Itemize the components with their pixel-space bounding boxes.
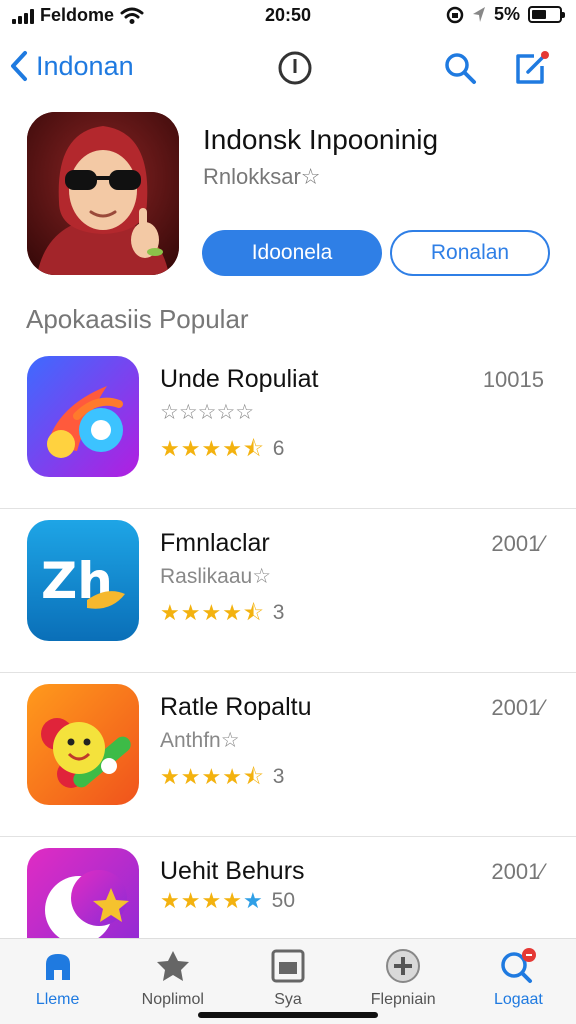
app-name: Fmnlaclar (160, 529, 270, 557)
app-year: 2001⁄ (491, 695, 544, 720)
search-icon (445, 53, 476, 84)
search-icon (501, 948, 537, 983)
compose-icon (516, 51, 549, 84)
star-icon: ★ (160, 436, 180, 461)
app-list: Unde Ropuliat 10015 ☆☆☆☆☆ ★ ★ ★ ★ ⯪ 6 Zh (0, 345, 576, 1001)
star-icon: ★ (201, 888, 222, 913)
back-button[interactable]: Indonan (10, 50, 134, 82)
battery-percent: 5% (493, 4, 520, 24)
star-icon: ★ (180, 764, 201, 789)
info-button[interactable] (277, 50, 313, 91)
rating-count: 50 (271, 889, 296, 912)
star-icon: ★ (201, 436, 222, 461)
star-icon: ★ (160, 600, 180, 625)
app-icon: Zh (27, 520, 139, 641)
app-year: 2001⁄ (491, 859, 544, 884)
section-title: Apokaasiis Popular (26, 304, 249, 334)
list-item[interactable]: Unde Ropuliat 10015 ☆☆☆☆☆ ★ ★ ★ ★ ⯪ 6 (0, 345, 576, 509)
zh-letters-icon: Zh (27, 520, 139, 641)
battery-icon (528, 6, 565, 23)
app-name: Unde Ropuliat (160, 365, 319, 393)
rating-count: 3 (272, 765, 285, 788)
star-icon: ★ (201, 764, 222, 789)
info-icon (278, 51, 312, 85)
battery-fill (532, 10, 547, 19)
window-icon (271, 949, 305, 983)
app-year: 2001⁄ (491, 531, 544, 556)
tab-label: Sya (274, 991, 302, 1008)
nav-bar: Indonan (0, 44, 576, 94)
half-star-icon: ⯪ (242, 436, 264, 461)
app-rating: ★ ★ ★ ★ ⯪ 6 (160, 437, 284, 461)
star-icon: ★ (201, 600, 222, 625)
star-icon (156, 951, 189, 981)
star-icon: ★ (160, 764, 180, 789)
compose-button[interactable] (512, 48, 552, 93)
list-item[interactable]: Ratle Ropaltu 2001⁄ Anthfn☆ ★ ★ ★ ★ ⯪ 3 (0, 673, 576, 837)
app-icon (27, 356, 139, 477)
music-note-icon (27, 356, 139, 477)
star-icon: ★ (222, 764, 242, 789)
status-right: 5% (446, 4, 565, 25)
star-icon: ★ (160, 888, 180, 913)
app-name: Uehit Behurs (160, 857, 305, 885)
app-rating: ★ ★ ★ ★ ⯪ 3 (160, 765, 284, 789)
status-bar: Feldome 20:50 5% (0, 0, 576, 34)
tab-search[interactable]: Logaat (461, 939, 576, 1024)
list-item[interactable]: Zh Fmnlaclar 2001⁄ Raslikaau☆ ★ ★ ★ ★ ⯪ … (0, 509, 576, 673)
back-label: Indonan (36, 50, 134, 81)
star-icon: ★ (222, 888, 242, 913)
tab-bar: Lleme Noplimol Sya Flepniain Logaat (0, 938, 576, 1024)
tab-label: Logaat (493, 991, 543, 1008)
app-subtitle: ☆☆☆☆☆ (160, 401, 255, 424)
search-button[interactable] (442, 50, 478, 91)
star-icon: ★ (180, 436, 201, 461)
rating-count: 3 (272, 601, 285, 624)
app-name: Ratle Ropaltu (160, 693, 312, 721)
chevron-left-icon (11, 51, 27, 81)
tab-label: Flepniain (370, 991, 436, 1008)
star-icon: ★ (180, 888, 201, 913)
half-star-icon: ⯪ (242, 600, 264, 625)
tab-home[interactable]: Lleme (0, 939, 115, 1024)
star-icon: ★ (222, 436, 242, 461)
app-rating: ★ ★ ★ ★ ⯪ 3 (160, 601, 284, 625)
rating-count: 6 (272, 437, 285, 460)
orientation-lock-icon (446, 6, 464, 23)
secondary-action-button[interactable]: Ronalan (390, 230, 550, 276)
app-subtitle: Anthfn☆ (160, 729, 240, 752)
app-subtitle: Raslikaau☆ (160, 565, 272, 588)
tab-label: Noplimol (141, 991, 204, 1008)
app-year: 10015 (482, 367, 544, 392)
plus-circle-icon (386, 949, 421, 983)
avatar-character-icon (27, 112, 179, 275)
home-icon (45, 954, 70, 980)
star-icon: ★ (180, 600, 201, 625)
location-icon (472, 6, 485, 22)
star-icon: ★ (222, 600, 242, 625)
star-icon: ★ (242, 888, 263, 913)
featured-app-subtitle: Rnlokksar☆ (203, 164, 321, 189)
app-icon (27, 684, 139, 805)
featured-app-title: Indonsk Inpooninig (203, 124, 439, 155)
home-indicator (198, 1012, 378, 1018)
tab-label: Lleme (35, 991, 80, 1008)
featured-app: Indonsk Inpooninig Rnlokksar☆ Idoonela R… (0, 112, 576, 282)
half-star-icon: ⯪ (242, 764, 264, 789)
primary-action-button[interactable]: Idoonela (202, 230, 382, 276)
app-rating: ★ ★ ★ ★ ★ 50 (160, 889, 295, 913)
featured-app-icon[interactable] (27, 112, 179, 275)
smiley-flower-icon (27, 684, 139, 805)
